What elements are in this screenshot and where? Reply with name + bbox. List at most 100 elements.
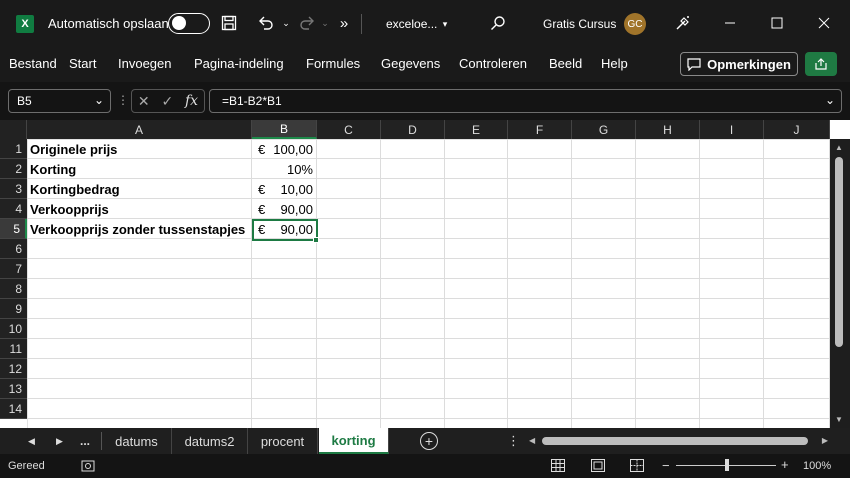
row-header-14[interactable]: 14 xyxy=(0,399,27,419)
normal-view-icon[interactable] xyxy=(551,459,565,475)
chevron-down-icon[interactable]: ⌄ xyxy=(94,93,104,107)
page-break-preview-icon[interactable] xyxy=(630,459,644,475)
save-icon[interactable] xyxy=(218,12,240,34)
grid-line xyxy=(27,258,830,259)
tab-datums2[interactable]: datums2 xyxy=(172,428,248,454)
name-box[interactable]: B5 ⌄ xyxy=(8,89,111,113)
row-header-7[interactable]: 7 xyxy=(0,259,27,279)
scroll-right-icon[interactable]: ▶ xyxy=(822,436,828,445)
zoom-slider-thumb[interactable] xyxy=(725,459,729,471)
formula-input[interactable]: =B1-B2*B1 ⌄ xyxy=(209,89,842,113)
cell-a4[interactable]: Verkoopprijs xyxy=(27,200,252,220)
scroll-down-icon[interactable]: ▼ xyxy=(835,415,843,424)
currency-symbol: € xyxy=(258,182,266,197)
cell-a3[interactable]: Kortingbedrag xyxy=(27,180,252,200)
menu-beeld[interactable]: Beeld xyxy=(549,56,582,71)
horizontal-scroll-thumb[interactable] xyxy=(542,437,808,445)
confirm-icon[interactable]: ✓ xyxy=(161,93,173,110)
accessibility-icon[interactable] xyxy=(81,460,95,475)
close-icon[interactable] xyxy=(813,12,835,34)
minimize-icon[interactable] xyxy=(719,12,741,34)
more-sheets-button[interactable]: ... xyxy=(80,434,90,448)
menu-help[interactable]: Help xyxy=(601,56,628,71)
magic-wand-icon[interactable] xyxy=(672,12,694,34)
insert-function-icon[interactable]: fx xyxy=(185,93,198,109)
tab-datums[interactable]: datums xyxy=(102,428,172,454)
tab-procent[interactable]: procent xyxy=(248,428,318,454)
row-header-6[interactable]: 6 xyxy=(0,239,27,259)
cell-value: 100,00 xyxy=(273,142,313,157)
menu-controleren[interactable]: Controleren xyxy=(459,56,527,71)
column-header-f[interactable]: F xyxy=(508,120,572,139)
expand-formula-icon[interactable]: ⌄ xyxy=(825,93,835,107)
menu-pagina-indeling[interactable]: Pagina-indeling xyxy=(194,56,284,71)
column-header-e[interactable]: E xyxy=(445,120,508,139)
cell-a1[interactable]: Originele prijs xyxy=(27,140,252,160)
file-name[interactable]: exceloe... xyxy=(386,17,437,31)
row-header-12[interactable]: 12 xyxy=(0,359,27,379)
page-layout-icon[interactable] xyxy=(591,459,605,475)
zoom-in-button[interactable]: + xyxy=(781,457,789,472)
comment-icon xyxy=(687,57,701,71)
cell-b2[interactable]: 10% xyxy=(252,160,317,180)
worksheet-grid[interactable]: A B C D E F G H I J 1 2 3 4 5 6 7 8 9 10 11 12 13 14 … xyxy=(0,120,850,428)
cell-a2[interactable]: Korting xyxy=(27,160,252,180)
currency-symbol: € xyxy=(258,142,266,157)
row-header-10[interactable]: 10 xyxy=(0,319,27,339)
cell-a5[interactable]: Verkoopprijs zonder tussenstapjes xyxy=(27,220,252,240)
tab-korting[interactable]: korting xyxy=(319,428,389,454)
column-header-h[interactable]: H xyxy=(636,120,700,139)
vertical-scroll-thumb[interactable] xyxy=(835,157,843,347)
cell-b1[interactable]: € 100,00 xyxy=(252,140,317,160)
zoom-out-button[interactable]: − xyxy=(662,458,670,473)
row-header-1[interactable]: 1 xyxy=(0,139,27,159)
row-header-9[interactable]: 9 xyxy=(0,299,27,319)
tab-options-icon[interactable]: ⋮ xyxy=(507,433,520,449)
prev-sheet-icon[interactable]: ◀ xyxy=(28,436,35,447)
row-header-3[interactable]: 3 xyxy=(0,179,27,199)
zoom-level[interactable]: 100% xyxy=(803,460,831,472)
more-commands-icon[interactable]: » xyxy=(333,12,355,34)
column-header-g[interactable]: G xyxy=(572,120,636,139)
menu-bestand[interactable]: Bestand xyxy=(9,56,57,71)
next-sheet-icon[interactable]: ▶ xyxy=(56,436,63,447)
column-header-b[interactable]: B xyxy=(252,120,317,139)
share-button[interactable] xyxy=(805,52,837,76)
column-header-j[interactable]: J xyxy=(764,120,830,139)
comments-button[interactable]: Opmerkingen xyxy=(680,52,798,76)
user-name[interactable]: Gratis Cursus xyxy=(543,17,616,31)
menu-start[interactable]: Start xyxy=(69,56,96,71)
column-header-d[interactable]: D xyxy=(381,120,445,139)
column-header-c[interactable]: C xyxy=(317,120,381,139)
grid-line xyxy=(27,358,830,359)
cell-b3[interactable]: € 10,00 xyxy=(252,180,317,200)
vertical-scrollbar[interactable]: ▲ ▼ xyxy=(830,139,850,428)
menu-invoegen[interactable]: Invoegen xyxy=(118,56,172,71)
scroll-left-icon[interactable]: ◀ xyxy=(529,436,535,445)
select-all-corner[interactable] xyxy=(0,120,27,139)
row-header-13[interactable]: 13 xyxy=(0,379,27,399)
fill-handle[interactable] xyxy=(313,237,319,243)
row-header-2[interactable]: 2 xyxy=(0,159,27,179)
formula-bar-grip-icon: ⋮ xyxy=(117,93,129,107)
cell-b4[interactable]: € 90,00 xyxy=(252,200,317,220)
row-header-11[interactable]: 11 xyxy=(0,339,27,359)
column-header-i[interactable]: I xyxy=(700,120,764,139)
filename-dropdown-icon[interactable]: ▾ xyxy=(434,13,456,35)
horizontal-scrollbar[interactable]: ◀ ▶ xyxy=(526,434,830,448)
menu-gegevens[interactable]: Gegevens xyxy=(381,56,440,71)
autosave-toggle[interactable] xyxy=(168,13,210,34)
maximize-icon[interactable] xyxy=(766,12,788,34)
scroll-up-icon[interactable]: ▲ xyxy=(835,143,843,152)
add-sheet-button[interactable]: + xyxy=(420,432,438,450)
row-header-4[interactable]: 4 xyxy=(0,199,27,219)
search-icon[interactable] xyxy=(487,12,509,34)
column-header-a[interactable]: A xyxy=(27,120,252,139)
row-header-5[interactable]: 5 xyxy=(0,219,27,239)
undo-icon[interactable] xyxy=(255,12,277,34)
cancel-icon[interactable]: ✕ xyxy=(138,93,150,110)
undo-dropdown-icon[interactable]: ⌄ xyxy=(275,12,297,34)
menu-formules[interactable]: Formules xyxy=(306,56,360,71)
avatar[interactable]: GC xyxy=(624,13,646,35)
row-header-8[interactable]: 8 xyxy=(0,279,27,299)
